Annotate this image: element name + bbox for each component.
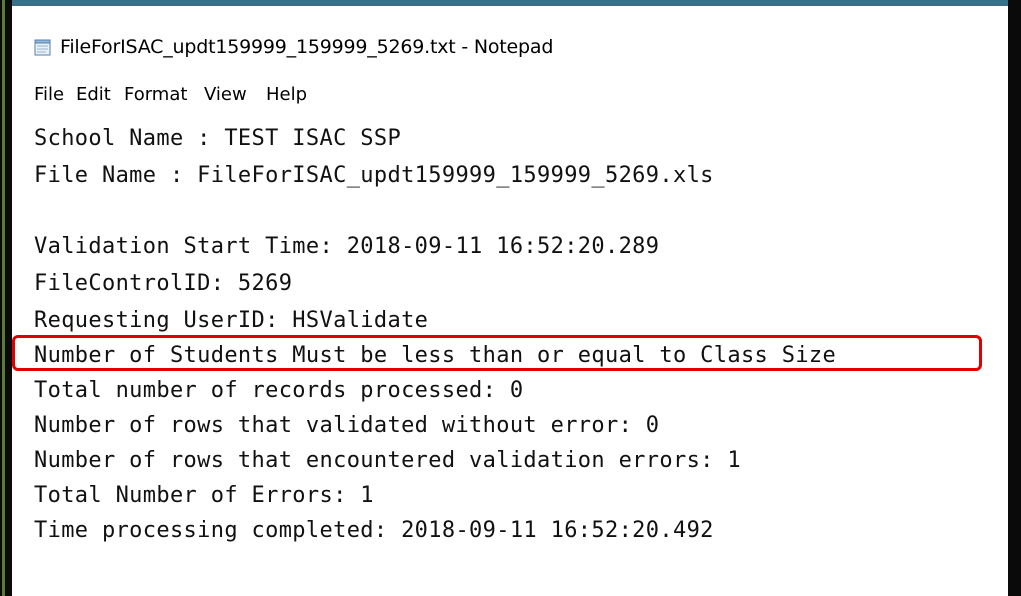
text-line-rows-errors: Number of rows that encountered validati… (34, 448, 741, 473)
menu-file[interactable]: File (34, 84, 64, 105)
text-line-validation-start: Validation Start Time: 2018-09-11 16:52:… (34, 234, 660, 259)
text-editor-area[interactable]: School Name : TEST ISAC SSP File Name : … (12, 112, 1008, 596)
text-line-completed-time: Time processing completed: 2018-09-11 16… (34, 518, 714, 543)
text-line-rows-valid: Number of rows that validated without er… (34, 413, 660, 438)
text-line-records-processed: Total number of records processed: 0 (34, 378, 524, 403)
text-line-file-name: File Name : FileForISAC_updt159999_15999… (34, 163, 714, 188)
menu-view[interactable]: View (204, 84, 247, 105)
text-line-total-errors: Total Number of Errors: 1 (34, 483, 374, 508)
menu-bar: File Edit Format View Help (12, 80, 1008, 110)
right-border (1008, 0, 1021, 596)
text-line-requesting-user: Requesting UserID: HSValidate (34, 308, 429, 333)
notepad-icon (34, 39, 51, 56)
notepad-window: FileForISAC_updt159999_159999_5269.txt -… (12, 6, 1008, 596)
text-line-file-control-id: FileControlID: 5269 (34, 271, 293, 296)
menu-help[interactable]: Help (266, 84, 307, 105)
title-bar[interactable]: FileForISAC_updt159999_159999_5269.txt -… (12, 6, 1008, 78)
left-accent-bar (2, 0, 5, 596)
window-title: FileForISAC_updt159999_159999_5269.txt -… (60, 36, 554, 58)
text-line-school-name: School Name : TEST ISAC SSP (34, 126, 402, 151)
error-highlight-box (12, 335, 982, 371)
menu-edit[interactable]: Edit (76, 84, 111, 105)
left-border (0, 0, 12, 596)
menu-format[interactable]: Format (124, 84, 187, 105)
